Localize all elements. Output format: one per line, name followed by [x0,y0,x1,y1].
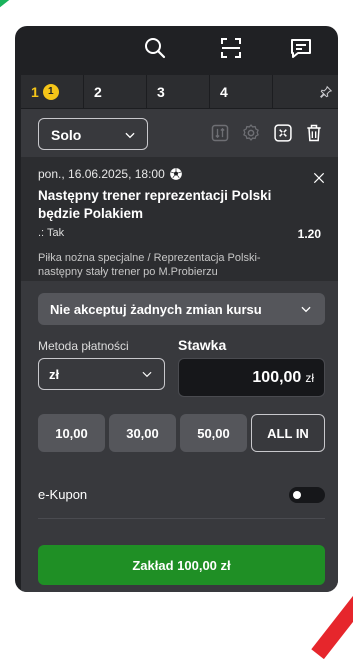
chat-icon[interactable] [289,36,313,60]
brand-stripe-green [0,0,46,14]
odds-change-value: Nie akceptuj żadnych zmian kursu [50,302,262,317]
chevron-down-icon [140,367,154,381]
odds-value: 1.20 [298,227,321,241]
tab-count-badge: 1 [43,84,59,100]
toggle-knob [293,491,301,499]
pin-button[interactable] [314,75,338,108]
scan-code-icon[interactable] [219,36,243,60]
pin-icon [319,85,333,99]
tab-2[interactable]: 2 [84,75,147,108]
stake-label: Stawka [178,337,226,353]
divider [38,518,325,519]
tab-1[interactable]: 1 1 [21,75,84,108]
betslip-window: 1 1 2 3 4 Solo [15,26,338,592]
stake-value: 100,00 [252,369,301,386]
selection-row: .: Tak 1.20 [38,227,321,241]
stake-currency: zł [305,371,314,385]
odds-change-select[interactable]: Nie akceptuj żadnych zmian kursu [38,293,325,325]
tab-4[interactable]: 4 [210,75,273,108]
quick-stake-10-button[interactable]: 10,00 [38,414,105,452]
event-datetime-text: pon., 16.06.2025, 18:00 [38,167,165,181]
settings-icon[interactable] [241,123,261,143]
sort-icon[interactable] [210,123,230,143]
event-datetime: pon., 16.06.2025, 18:00 [38,167,321,181]
place-bet-button[interactable]: Zakład 100,00 zł [38,545,325,585]
selection-label: .: Tak [38,227,64,241]
brand-stripe-red [311,594,353,659]
bet-card: pon., 16.06.2025, 18:00 Następny trener … [21,157,338,281]
chevron-down-icon [299,302,313,316]
bet-type-row: Solo [21,109,338,157]
tab-label: 4 [220,84,228,100]
ekupon-label: e-Kupon [38,487,87,502]
tab-label: 1 [31,84,39,100]
event-title: Następny trener reprezentacji Polski będ… [38,187,298,223]
ekupon-toggle[interactable] [289,487,325,503]
close-icon[interactable] [312,171,326,185]
bet-type-value: Solo [51,127,81,143]
tab-3[interactable]: 3 [147,75,210,108]
search-icon[interactable] [143,36,167,60]
betslip-panel: 1 1 2 3 4 Solo [21,75,338,592]
payment-method-value: zł [49,367,59,382]
quick-stake-30-button[interactable]: 30,00 [109,414,176,452]
tab-label: 3 [157,84,165,100]
chevron-down-icon [123,128,137,142]
top-bar [15,26,338,74]
soccer-ball-icon [169,167,183,181]
quick-stake-50-button[interactable]: 50,00 [180,414,247,452]
bet-type-select[interactable]: Solo [38,118,148,150]
betslip-tabs: 1 1 2 3 4 [21,75,338,109]
tab-label: 2 [94,84,102,100]
payment-method-label: Metoda płatności [38,339,129,353]
trash-icon[interactable] [304,123,324,143]
stake-input[interactable]: 100,00 zł [178,358,325,397]
all-in-button[interactable]: ALL IN [251,414,325,452]
event-description: Piłka nożna specjalne / Reprezentacja Po… [38,251,298,279]
share-icon[interactable] [273,123,293,143]
payment-method-select[interactable]: zł [38,358,165,390]
